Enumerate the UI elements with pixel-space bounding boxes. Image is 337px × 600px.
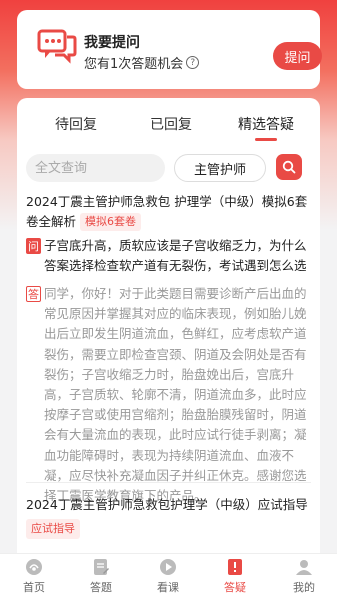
ask-card: 我要提问 您有1次答题机会 ? 提问: [17, 10, 322, 89]
nav-label: 答题: [90, 581, 112, 594]
tab-pending[interactable]: 待回复: [55, 114, 97, 134]
nav-course[interactable]: 看课: [143, 554, 193, 600]
divider: [26, 482, 311, 483]
question-title-text: 2024丁震主管护师急救包 护理学（中级）模拟6套卷全解析: [26, 194, 308, 229]
ask-button[interactable]: 提问: [273, 42, 322, 70]
search-row: 主管护师: [17, 154, 320, 186]
ask-title: 我要提问: [84, 35, 140, 51]
answer-chance-text: 您有1次答题机会: [84, 57, 184, 72]
home-icon: [26, 559, 42, 575]
nav-qa[interactable]: 答疑: [210, 554, 260, 600]
play-icon: [160, 559, 176, 575]
nav-label: 首页: [23, 581, 45, 594]
tab-replied[interactable]: 已回复: [150, 114, 192, 134]
question-row: 问 子宫底升高，质软应该是子宫收缩乏力，为什么答案选择检查软产道有无裂伤，考试遇…: [26, 236, 316, 278]
chat-bubbles-icon: [37, 29, 77, 64]
bottom-nav: 首页 答题 看课 答疑 我的: [0, 553, 337, 600]
answer-text: 同学，你好！对于此类题目需要诊断产后出血的常见原因并掌握其对应的临床表现，例如胎…: [44, 286, 307, 504]
edit-icon: [94, 559, 109, 575]
category-select[interactable]: 主管护师: [174, 154, 266, 182]
active-tab-indicator: [255, 138, 277, 141]
nav-home[interactable]: 首页: [9, 554, 59, 600]
answer-badge: 答: [26, 286, 41, 302]
question-title[interactable]: 2024丁震主管护师急救包护理学（中级）应试指导: [26, 495, 308, 515]
search-input[interactable]: [26, 154, 165, 182]
qa-icon: [228, 559, 242, 575]
question-text: 子宫底升高，质软应该是子宫收缩乏力，为什么答案选择检查软产道有无裂伤，考试遇到怎…: [44, 238, 307, 274]
nav-profile[interactable]: 我的: [279, 554, 329, 600]
nav-label: 看课: [157, 581, 179, 594]
nav-answer[interactable]: 答题: [76, 554, 126, 600]
search-icon: [282, 160, 296, 174]
qa-list-card: 待回复 已回复 精选答疑 主管护师 2024丁震主管护师急救包 护理学（中级）模…: [17, 98, 320, 568]
search-button[interactable]: [276, 154, 302, 180]
tab-bar: 待回复 已回复 精选答疑: [17, 98, 320, 148]
nav-label: 我的: [293, 581, 315, 594]
answer-row: 答 同学，你好！对于此类题目需要诊断产后出血的常见原因并掌握其对应的临床表现，例…: [26, 284, 316, 503]
tab-featured[interactable]: 精选答疑: [238, 114, 294, 134]
ask-subtitle: 您有1次答题机会 ?: [84, 53, 200, 72]
question-badge: 问: [26, 238, 41, 254]
question-tag: 应试指导: [26, 519, 80, 539]
user-icon: [296, 560, 312, 575]
question-tag: 模拟6套卷: [80, 213, 142, 231]
nav-label: 答疑: [224, 581, 246, 594]
question-title: 2024丁震主管护师急救包 护理学（中级）模拟6套卷全解析 模拟6套卷: [26, 192, 318, 232]
help-icon[interactable]: ?: [186, 56, 200, 69]
